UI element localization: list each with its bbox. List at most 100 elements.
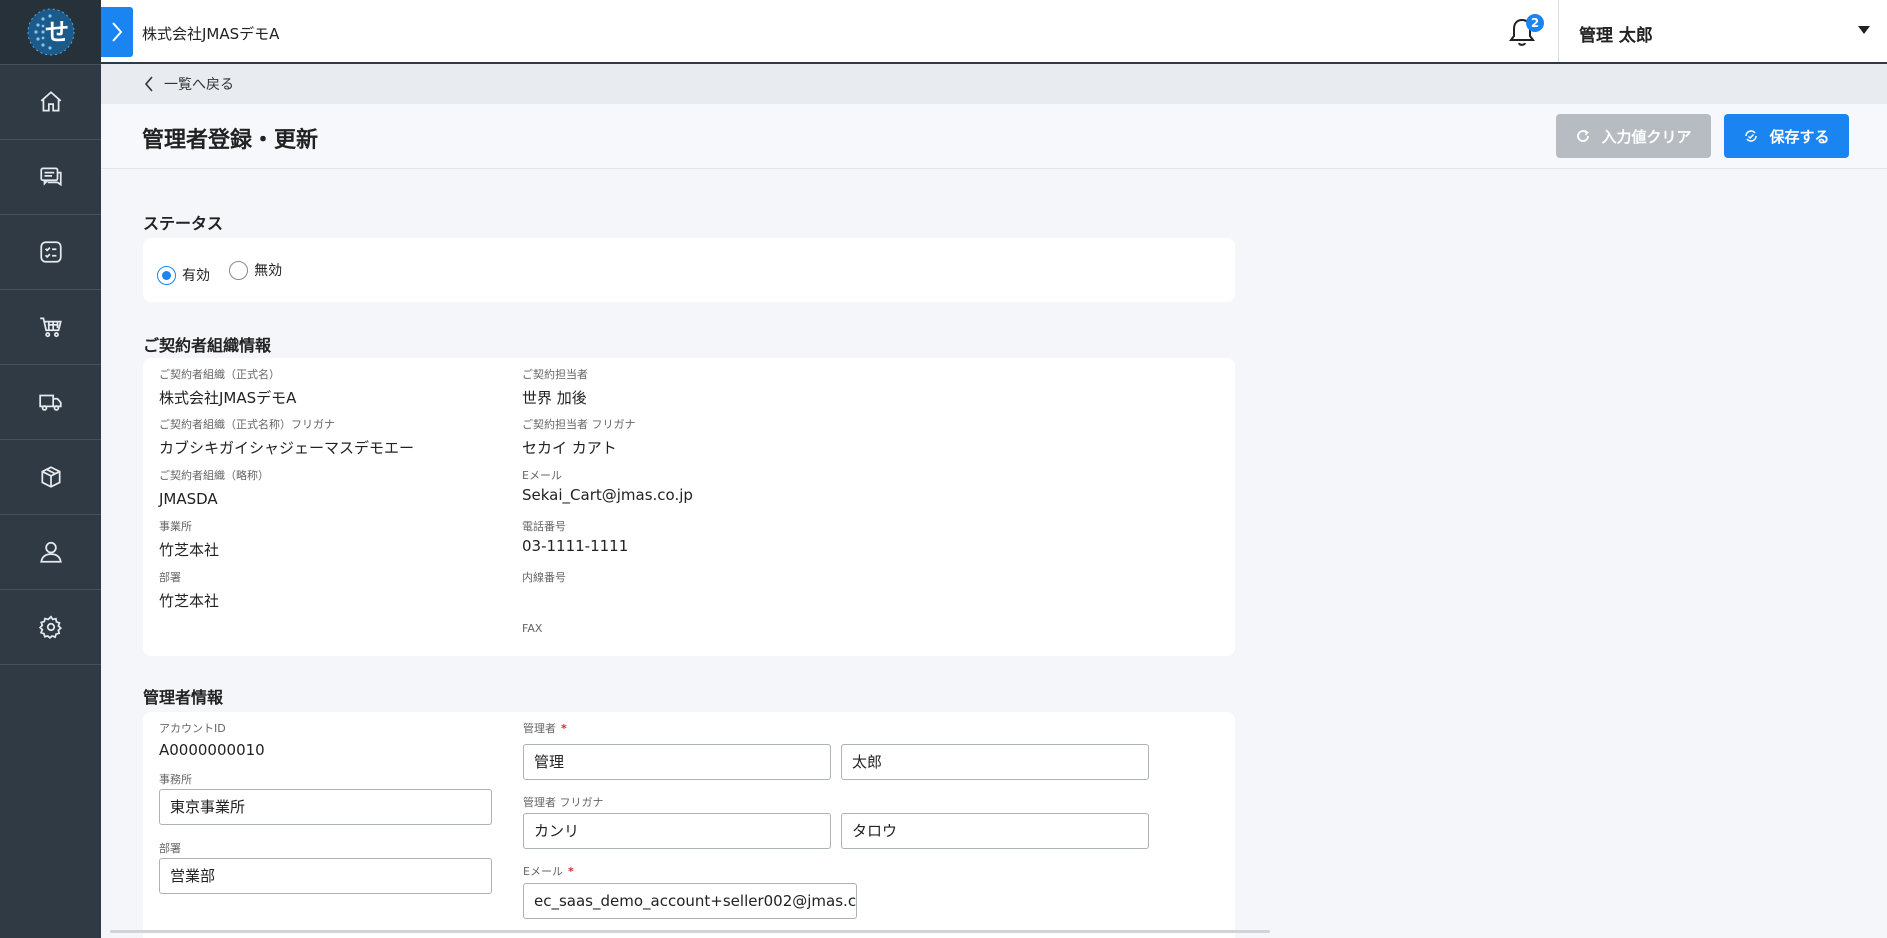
package-icon [40,466,61,488]
phone-value: 03-1111-1111 [522,537,629,555]
admin-dept-input[interactable]: 営業部 [159,858,492,894]
horizontal-scrollbar[interactable] [110,930,1270,933]
org-short-label: ご契約者組織（略称） [159,469,269,482]
admin-dept-field: 部署 [159,842,181,856]
radio-unchecked-icon [229,260,249,280]
title-bar: 管理者登録・更新 入力値クリア 保存する [101,104,1887,169]
sidebar-toggle-button[interactable] [101,7,133,57]
admin-first-kana-input[interactable]: タロウ [841,813,1149,849]
user-icon [39,541,62,563]
save-button-label: 保存する [1769,127,1830,146]
admin-section-title: 管理者情報 [143,688,224,707]
sidebar-item-users[interactable] [0,514,101,589]
phone-field: 電話番号 03-1111-1111 [522,520,628,556]
back-to-list-link[interactable]: 一覧へ戻る [144,74,234,94]
notification-badge: 2 [1526,14,1544,32]
sidebar-item-tasks[interactable] [0,214,101,289]
save-button[interactable]: 保存する [1724,114,1849,158]
company-name: 株式会社JMASデモA [142,25,280,43]
contract-email-field: Eメール Sekai_Cart@jmas.co.jp [522,469,693,505]
org-short-field: ご契約者組織（略称） JMASDA [159,469,269,509]
admin-dept-label: 部署 [159,842,181,855]
header-divider [1558,0,1559,62]
dept-value: 竹芝本社 [159,592,220,610]
admin-email-label: Eメール [523,865,563,878]
office-value: 竹芝本社 [159,541,220,559]
chevron-left-icon [144,76,153,92]
org-kana-value: カブシキガイシャジェーマスデモエー [159,439,415,457]
status-section-title: ステータス [143,214,224,233]
admin-last-kana-input[interactable]: カンリ [523,813,831,849]
app-logo[interactable]: せ [0,0,101,64]
admin-office-field: 事務所 [159,773,192,787]
org-kana-label: ご契約者組織（正式名称）フリガナ [159,418,335,431]
admin-email-input[interactable]: ec_saas_demo_account+seller002@jmas.co.j… [523,883,857,919]
fax-label: FAX [522,622,543,635]
sidebar-item-orders[interactable] [0,289,101,364]
dept-field: 部署 竹芝本社 [159,571,219,611]
contact-label: ご契約担当者 [522,368,588,381]
clear-input-button[interactable]: 入力値クリア [1556,114,1711,158]
sidebar-item-settings[interactable] [0,589,101,665]
contract-card: ご契約者組織（正式名） 株式会社JMASデモA ご契約者組織（正式名称）フリガナ… [143,358,1235,656]
dept-label: 部署 [159,571,181,584]
org-name-label: ご契約者組織（正式名） [159,368,280,381]
status-card: 有効 無効 [143,238,1235,302]
top-header: 株式会社JMASデモA 2 管理 太郎 [101,0,1887,64]
refresh-icon [1577,129,1590,142]
account-id-field: アカウントID A0000000010 [159,722,265,760]
gear-icon [38,615,62,639]
office-label: 事業所 [159,520,192,533]
clear-button-label: 入力値クリア [1601,127,1692,146]
caret-down-icon[interactable] [1857,25,1871,35]
admin-card: アカウントID A0000000010 事務所 東京事業所 部署 営業部 管理者… [143,712,1235,938]
home-icon [40,91,61,112]
save-sync-icon [1745,130,1758,142]
required-mark: * [561,722,567,735]
contact-kana-field: ご契約担当者 フリガナ セカイ カアト [522,418,636,458]
org-name-value: 株式会社JMASデモA [159,389,297,407]
org-name-field: ご契約者組織（正式名） 株式会社JMASデモA [159,368,296,408]
extension-label: 内線番号 [522,571,566,584]
status-option-active-label: 有効 [182,268,210,284]
org-kana-field: ご契約者組織（正式名称）フリガナ カブシキガイシャジェーマスデモエー [159,418,414,458]
admin-first-name-input[interactable]: 太郎 [841,744,1149,780]
contact-kana-label: ご契約担当者 フリガナ [522,418,636,431]
sidebar-item-home[interactable] [0,64,101,139]
checklist-icon [39,241,62,263]
contact-value: 世界 加後 [522,389,587,407]
contact-field: ご契約担当者 世界 加後 [522,368,588,408]
admin-email-field: Eメール * [523,865,574,879]
logo-icon: せ [27,8,74,56]
page-title: 管理者登録・更新 [142,128,319,153]
status-radio-active[interactable]: 有効 [157,265,210,285]
phone-label: 電話番号 [522,520,566,533]
admin-kana-field: 管理者 フリガナ [523,796,604,810]
status-radio-inactive[interactable]: 無効 [229,260,282,280]
required-mark: * [567,865,574,878]
cart-icon [39,317,62,338]
chat-icon [39,167,62,187]
admin-office-input[interactable]: 東京事業所 [159,789,492,825]
radio-checked-icon [157,265,176,285]
sidebar-item-shipping[interactable] [0,364,101,439]
account-id-label: アカウントID [159,722,226,735]
org-short-value: JMASDA [159,490,218,508]
admin-last-name-input[interactable]: 管理 [523,744,831,780]
sidebar-item-messages[interactable] [0,139,101,214]
sidebar: せ [0,0,101,938]
svg-text:せ: せ [45,18,69,46]
extension-field: 内線番号 [522,571,566,591]
contract-section-title: ご契約者組織情報 [143,336,272,355]
chevron-right-icon [112,22,123,42]
truck-icon [38,394,62,411]
user-name[interactable]: 管理 太郎 [1579,21,1653,46]
admin-name-label: 管理者 [523,722,556,735]
sidebar-item-products[interactable] [0,439,101,514]
admin-name-field: 管理者 * [523,722,567,736]
back-label: 一覧へ戻る [164,77,234,93]
fax-field: FAX [522,622,542,642]
status-option-inactive-label: 無効 [254,263,283,279]
back-bar: 一覧へ戻る [101,64,1887,104]
contract-email-value: Sekai_Cart@jmas.co.jp [522,486,693,504]
